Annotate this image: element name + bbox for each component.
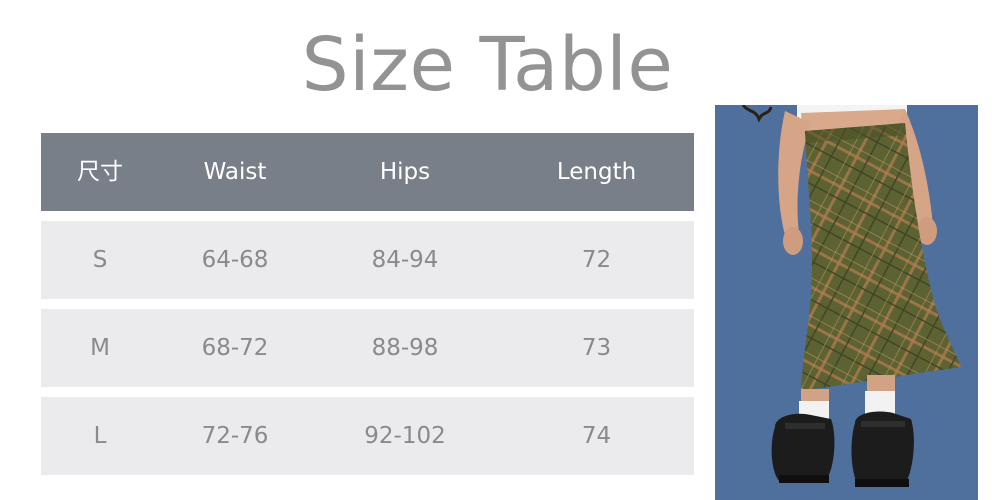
header-length: Length [556, 159, 637, 185]
cell-hips: 88-98 [371, 335, 439, 361]
size-table-title: Size Table [301, 22, 674, 108]
product-photo [715, 105, 978, 500]
cell-hips: 92-102 [364, 423, 446, 449]
size-table: 尺寸 Waist Hips Length S 64-68 84-94 72 M … [41, 133, 694, 485]
cell-length: 74 [581, 423, 612, 449]
table-row: M 68-72 88-98 73 [41, 309, 694, 387]
cell-waist: 72-76 [201, 423, 269, 449]
cell-waist: 64-68 [201, 247, 269, 273]
cell-hips: 84-94 [371, 247, 439, 273]
cell-waist: 68-72 [201, 335, 269, 361]
header-hips: Hips [379, 159, 431, 185]
table-row: L 72-76 92-102 74 [41, 397, 694, 475]
skirt-model-illustration [715, 105, 978, 500]
cell-size: L [93, 423, 107, 449]
cell-size: S [92, 247, 108, 273]
cell-length: 73 [581, 335, 612, 361]
header-waist: Waist [203, 159, 267, 185]
cell-size: M [90, 335, 110, 361]
header-size: 尺寸 [77, 159, 123, 185]
table-row: S 64-68 84-94 72 [41, 221, 694, 299]
cell-length: 72 [581, 247, 612, 273]
table-header-row: 尺寸 Waist Hips Length [41, 133, 694, 211]
